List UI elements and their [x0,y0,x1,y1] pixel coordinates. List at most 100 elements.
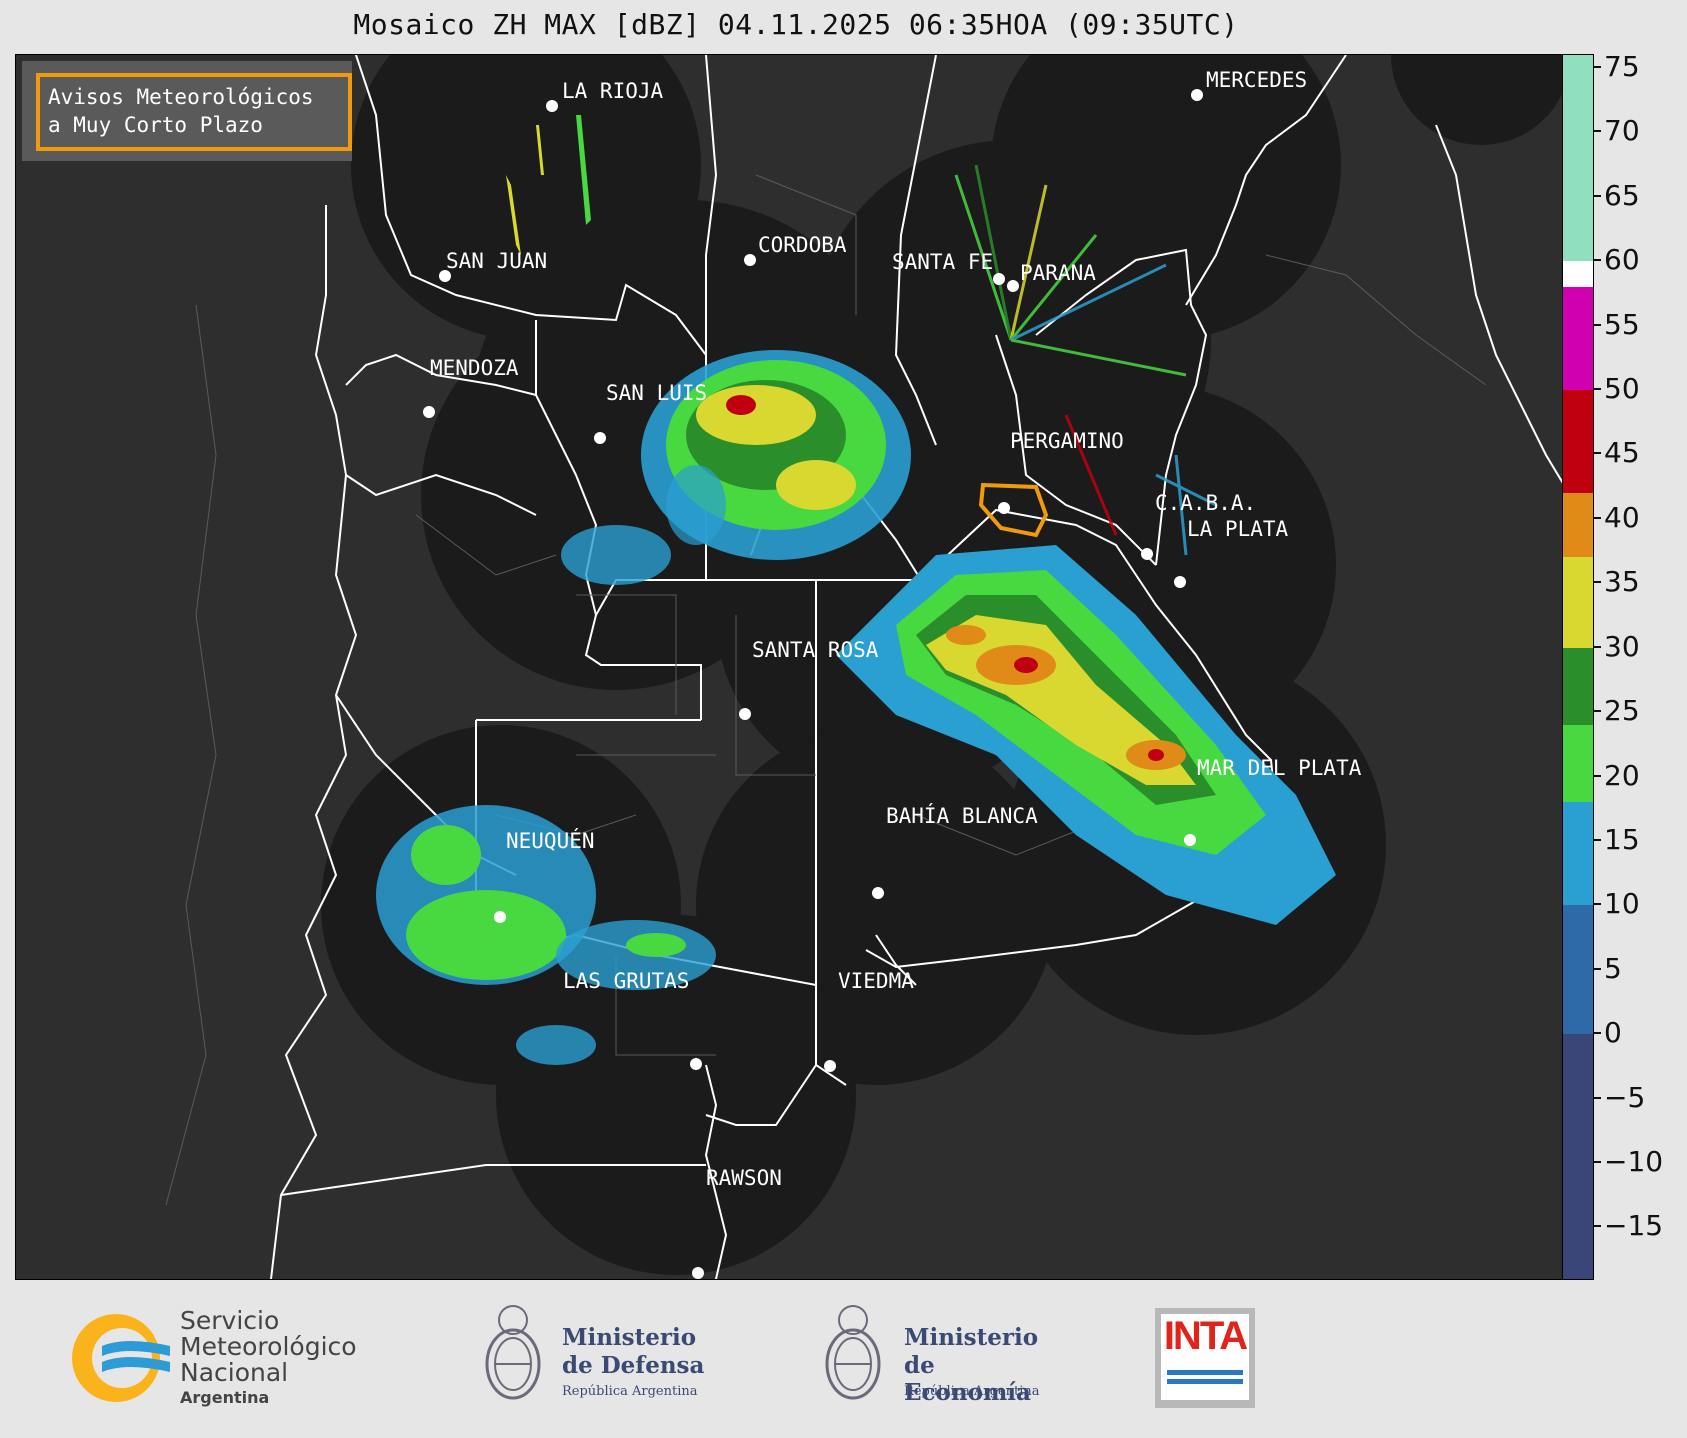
colorbar-tick-label: 20 [1604,758,1640,792]
colorbar-band [1563,389,1593,494]
city-label-mercedes: MERCEDES [1206,68,1307,92]
city-label-viedma: VIEDMA [838,969,914,993]
colorbar-tick-label: 70 [1604,114,1640,148]
colorbar-tick [1593,645,1601,648]
city-label-santa-fe: SANTA FE [892,250,993,274]
colorbar-tick-label: 15 [1604,822,1640,856]
city-dot-la-rioja[interactable] [546,100,558,112]
colorbar-band [1563,802,1593,906]
colorbar-band [1563,493,1593,558]
colorbar-tick-label: 45 [1604,436,1640,470]
city-dot-cordoba[interactable] [744,254,756,266]
defensa-logo: Ministerio de Defensa República Argentin… [478,1298,728,1418]
colorbar-tick-label: 60 [1604,243,1640,277]
colorbar-tick-label: 40 [1604,500,1640,534]
city-label-la-plata: LA PLATA [1187,517,1289,541]
colorbar-tick [1593,194,1601,197]
city-dot-parana[interactable] [1007,280,1019,292]
colorbar-band [1563,647,1593,725]
smn-line-2: Meteorológico [180,1332,357,1361]
colorbar-tick [1593,516,1601,519]
colorbar-tick-label: 30 [1604,629,1640,663]
colorbar-tick [1593,1032,1601,1035]
defensa-line-3: República Argentina [562,1384,698,1399]
warning-line-2: a Muy Corto Plazo [48,113,263,137]
city-label-caba: C.A.B.A. [1155,491,1256,515]
city-label-cordoba: CORDOBA [758,233,847,257]
city-dot-pergamino[interactable] [998,502,1010,514]
defensa-line-1: Ministerio [562,1324,697,1351]
colorbar-tick-label: −10 [1604,1145,1664,1179]
city-label-rawson: RAWSON [706,1166,782,1190]
colorbar-band [1563,724,1593,803]
smn-logo: Servicio Meteorológico Nacional Argentin… [66,1308,386,1408]
colorbar-tick-label: 0 [1604,1016,1622,1050]
colorbar-tick [1593,967,1601,970]
colorbar-tick [1593,387,1601,390]
colorbar-band [1563,261,1593,287]
colorbar-tick-label: 35 [1604,565,1640,599]
colorbar-tick-label: 10 [1604,887,1640,921]
economia-line-3: República Argentina [904,1384,1040,1399]
city-dot-san-luis[interactable] [594,432,606,444]
defensa-line-2: de Defensa [562,1352,705,1379]
colorbar-tick [1593,1096,1601,1099]
dbz-colorbar [1562,54,1594,1280]
warning-line-1: Avisos Meteorológicos [48,85,314,109]
city-label-santa-rosa: SANTA ROSA [752,638,879,662]
colorbar-tick [1593,1225,1601,1228]
colorbar-tick [1593,452,1601,455]
colorbar-band [1563,905,1593,1035]
city-dot-viedma[interactable] [824,1060,836,1072]
colorbar-tick-label: 55 [1604,307,1640,341]
city-dot-bahia-blanca[interactable] [872,887,884,899]
coat-of-arms-icon [485,1305,541,1400]
radar-map[interactable]: LA RIOJA MERCEDES SAN JUAN CORDOBA SANTA… [15,54,1565,1280]
colorbar-band [1563,55,1593,262]
colorbar-tick [1593,581,1601,584]
colorbar-tick-label: 65 [1604,178,1640,212]
city-dot-mercedes[interactable] [1191,89,1203,101]
warning-legend-frame: Avisos Meteorológicos a Muy Corto Plazo [36,73,352,151]
city-dot-mendoza[interactable] [423,406,435,418]
map-title: Mosaico ZH MAX [dBZ] 04.11.2025 06:35HOA… [353,8,1239,41]
colorbar-tick [1593,65,1601,68]
colorbar-tick-label: 25 [1604,694,1640,728]
city-label-las-grutas: LAS GRUTAS [563,969,689,993]
footer-logos: Servicio Meteorológico Nacional Argentin… [0,1278,1687,1438]
colorbar-tick [1593,710,1601,713]
colorbar-band [1563,1034,1593,1279]
economia-line-1: Ministerio [904,1324,1039,1351]
city-label-mar-del-plata: MAR DEL PLATA [1197,756,1362,780]
smn-line-4: Argentina [180,1388,270,1407]
smn-line-3: Nacional [180,1358,289,1387]
city-dot-la-plata[interactable] [1174,576,1186,588]
colorbar-tick-label: −5 [1604,1080,1646,1114]
city-dot-santa-rosa[interactable] [739,708,751,720]
colorbar-tick [1593,1161,1601,1164]
colorbar-tick [1593,838,1601,841]
coat-of-arms-icon [825,1305,881,1400]
radar-map-canvas: LA RIOJA MERCEDES SAN JUAN CORDOBA SANTA… [165,55,1564,1279]
city-label-pergamino: PERGAMINO [1010,429,1124,453]
city-label-la-rioja: LA RIOJA [562,79,664,103]
city-label-san-luis: SAN LUIS [606,381,707,405]
inta-text: INTA [1163,1314,1248,1358]
city-label-parana: PARANA [1020,261,1096,285]
city-dot-las-grutas[interactable] [690,1058,702,1070]
colorbar-tick-label: 5 [1604,951,1622,985]
city-dot-neuquen[interactable] [494,911,506,923]
city-dot-mar-del-plata[interactable] [1184,834,1196,846]
city-label-san-juan: SAN JUAN [446,249,547,273]
warning-legend-box[interactable]: Avisos Meteorológicos a Muy Corto Plazo [22,61,352,161]
colorbar-tick-label: 50 [1604,371,1640,405]
city-label-neuquen: NEUQUÉN [506,828,595,853]
city-dot-caba[interactable] [1141,548,1153,560]
city-dot-santa-fe[interactable] [993,273,1005,285]
economia-logo: Ministerio de Economía República Argenti… [818,1298,1068,1418]
colorbar-tick [1593,323,1601,326]
colorbar-tick [1593,130,1601,133]
smn-logo-icon [72,1314,170,1402]
colorbar-tick-label: 75 [1604,49,1640,83]
colorbar-band [1563,286,1593,390]
